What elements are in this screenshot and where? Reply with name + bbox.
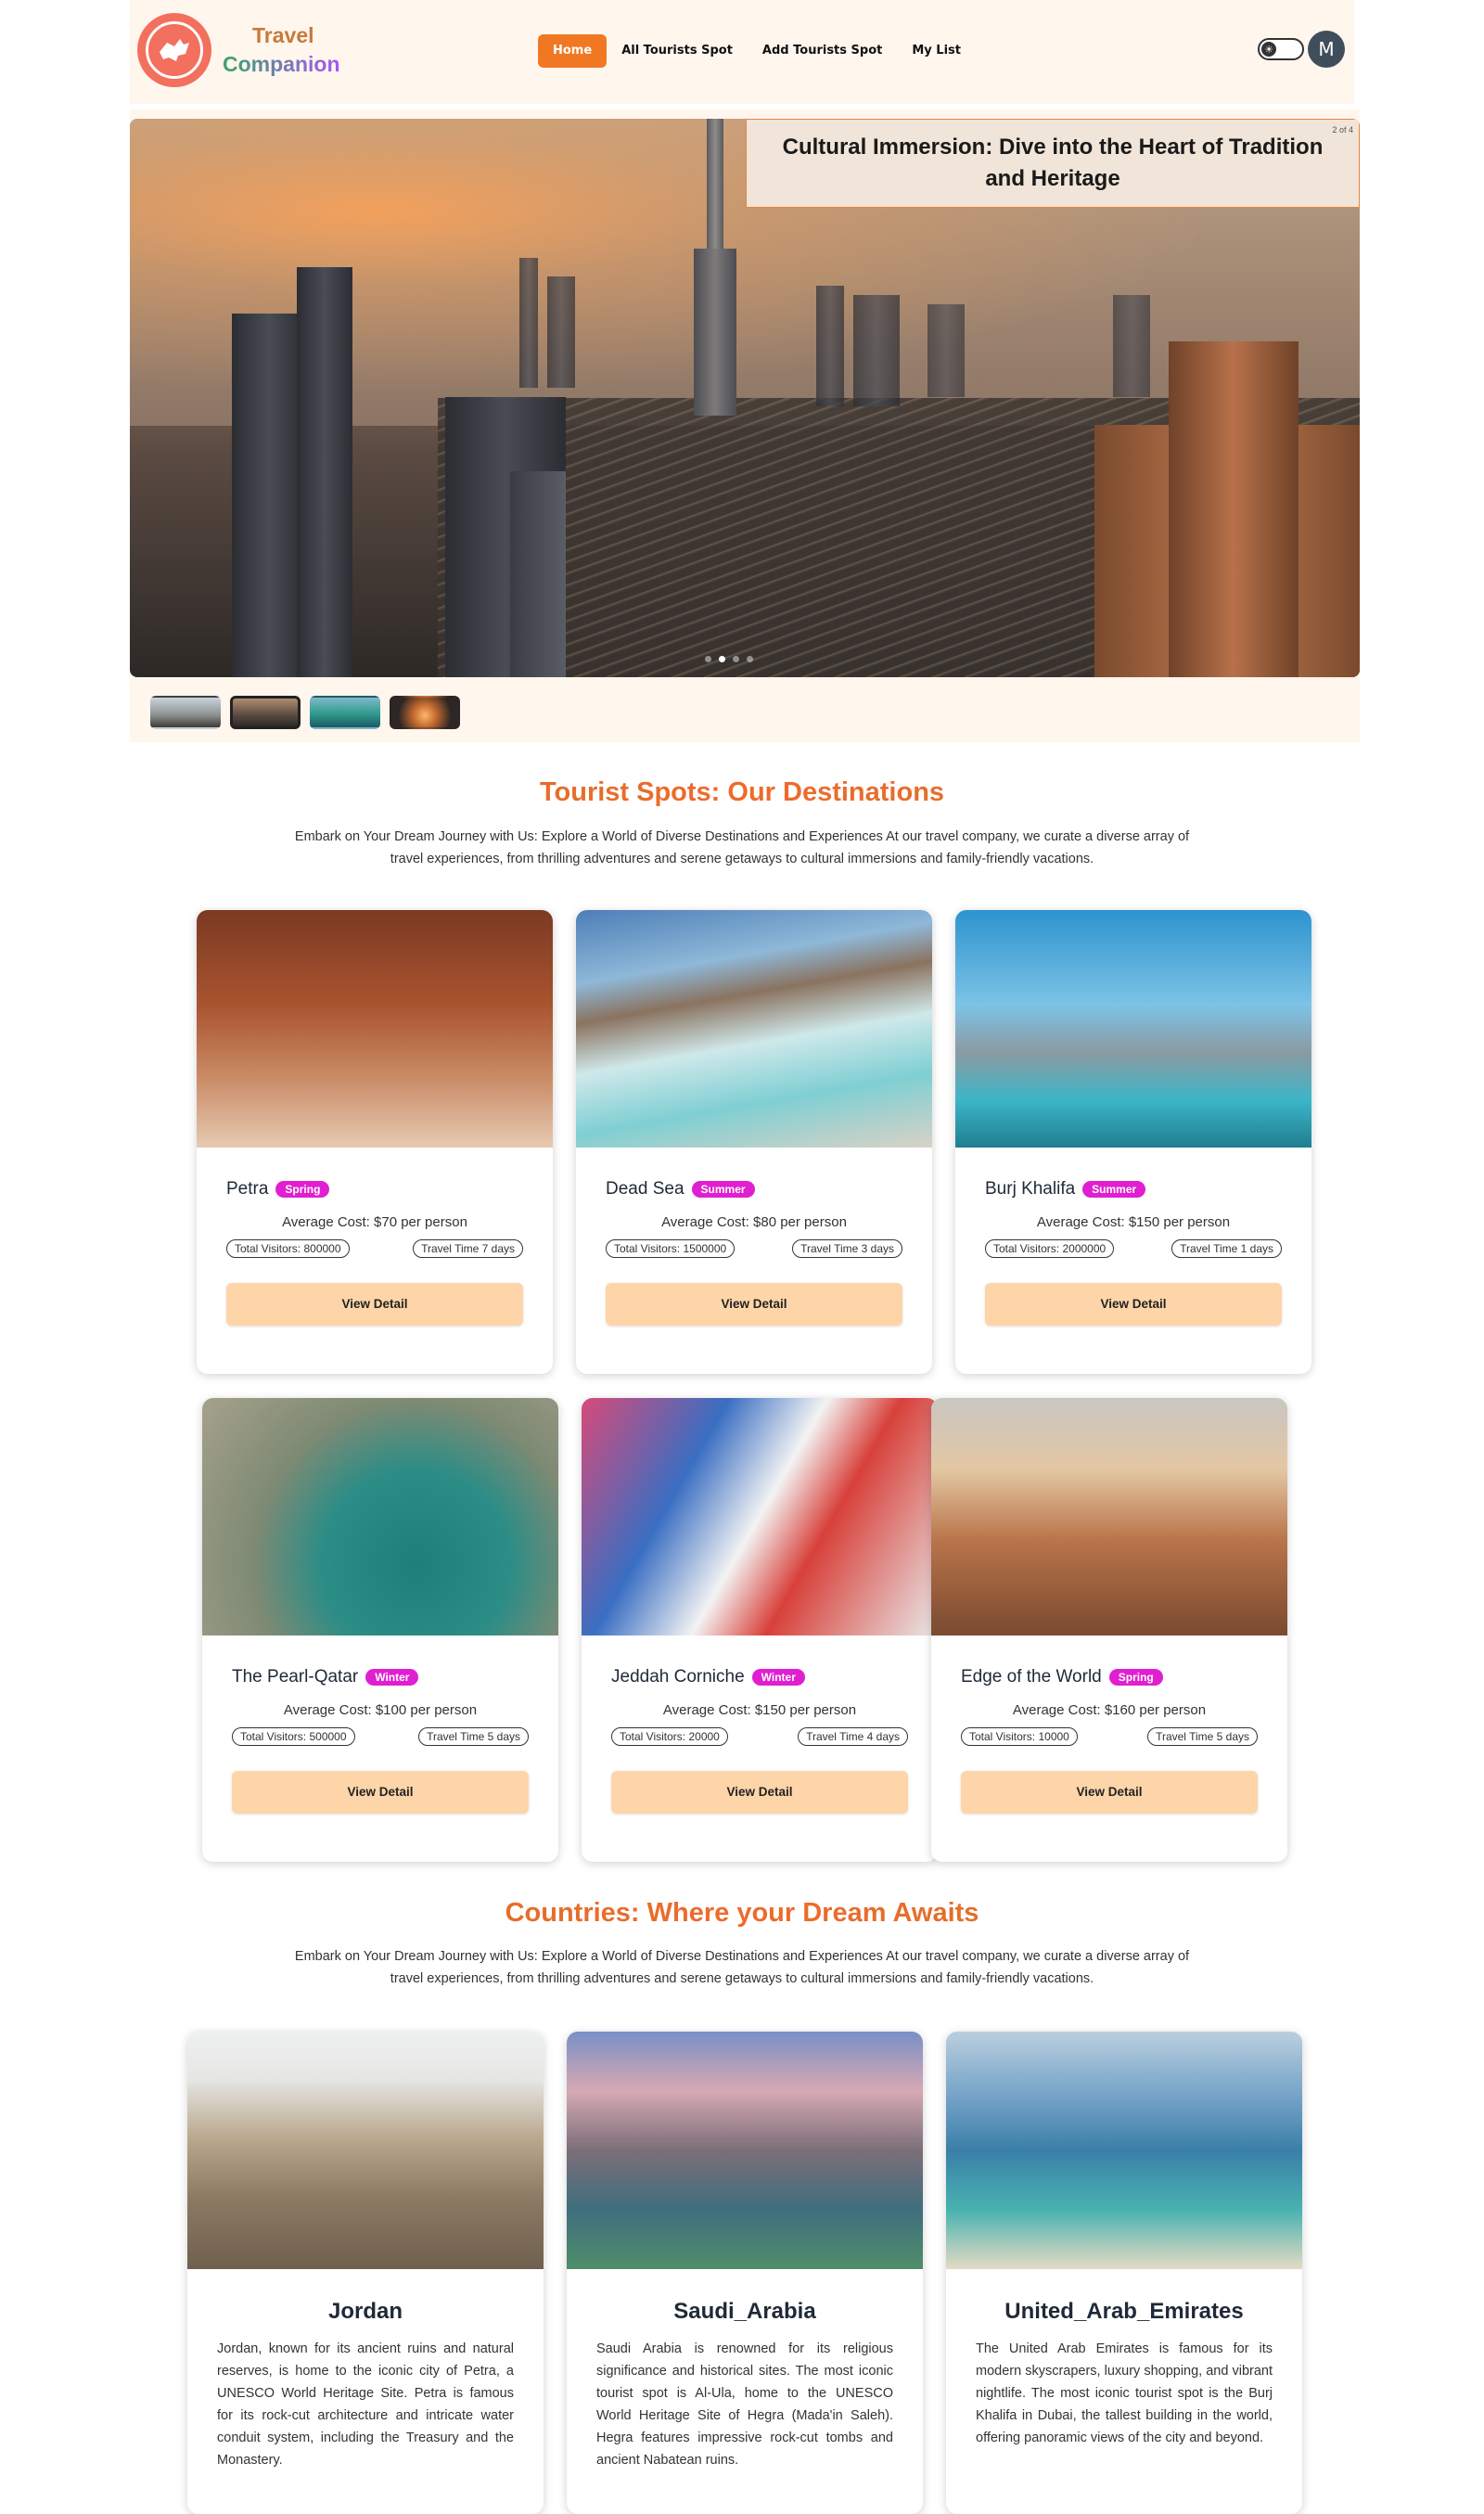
spot-name: Burj Khalifa — [985, 1179, 1076, 1199]
country-card: Jordan Jordan, known for its ancient rui… — [187, 2032, 544, 2514]
spot-name: Jeddah Corniche — [611, 1667, 745, 1687]
spot-cost: Average Cost: $150 per person — [662, 1702, 857, 1718]
spot-name: Dead Sea — [606, 1179, 684, 1199]
carousel-dot[interactable] — [705, 656, 711, 662]
travel-time-pill: Travel Time 7 days — [413, 1239, 523, 1258]
nav-add-tourists-spot[interactable]: Add Tourists Spot — [748, 34, 897, 68]
spot-card: The Pearl-Qatar Winter Average Cost: $10… — [202, 1398, 558, 1862]
visitors-pill: Total Visitors: 10000 — [961, 1727, 1078, 1746]
country-description: The United Arab Emirates is famous for i… — [976, 2341, 1273, 2445]
nav-links: Home All Tourists Spot Add Tourists Spot… — [538, 34, 976, 68]
brand-line-1: Travel — [252, 23, 314, 47]
country-name[interactable]: Saudi_Arabia — [567, 2299, 923, 2325]
spot-image — [576, 910, 932, 1148]
season-badge: Winter — [365, 1669, 419, 1686]
spot-image — [202, 1398, 558, 1635]
country-image — [187, 2032, 544, 2269]
thumbnail-1[interactable] — [150, 696, 221, 729]
season-badge: Spring — [1108, 1669, 1163, 1686]
country-image — [567, 2032, 923, 2269]
carousel-dot[interactable] — [733, 656, 739, 662]
country-card: United_Arab_Emirates The United Arab Emi… — [946, 2032, 1302, 2514]
travel-time-pill: Travel Time 3 days — [792, 1239, 902, 1258]
thumbnail-2[interactable] — [230, 696, 301, 729]
spot-image — [582, 1398, 938, 1635]
countries-section-title: Countries: Where your Dream Awaits — [0, 1898, 1484, 1929]
travel-time-pill: Travel Time 4 days — [798, 1727, 908, 1746]
thumbnail-3[interactable] — [310, 696, 380, 729]
visitors-pill: Total Visitors: 500000 — [232, 1727, 355, 1746]
spot-image — [931, 1398, 1287, 1635]
season-badge: Summer — [691, 1181, 755, 1198]
hero-caption-text: Cultural Immersion: Dive into the Heart … — [782, 135, 1324, 191]
travel-time-pill: Travel Time 5 days — [1147, 1727, 1258, 1746]
spot-cost: Average Cost: $80 per person — [661, 1214, 847, 1230]
spots-section-description: Embark on Your Dream Journey with Us: Ex… — [294, 829, 1190, 866]
carousel-dots — [705, 656, 753, 662]
country-name[interactable]: United_Arab_Emirates — [946, 2299, 1302, 2325]
spot-name: The Pearl-Qatar — [232, 1667, 359, 1687]
view-detail-button[interactable]: View Detail — [606, 1283, 902, 1326]
country-description: Saudi Arabia is renowned for its religio… — [596, 2341, 893, 2468]
spot-cost: Average Cost: $150 per person — [1036, 1214, 1231, 1230]
view-detail-button[interactable]: View Detail — [985, 1283, 1282, 1326]
brand-logo[interactable]: Travel Companion — [137, 13, 340, 87]
visitors-pill: Total Visitors: 800000 — [226, 1239, 350, 1258]
country-card: Saudi_Arabia Saudi Arabia is renowned fo… — [567, 2032, 923, 2514]
view-detail-button[interactable]: View Detail — [611, 1771, 908, 1814]
spot-cost: Average Cost: $100 per person — [283, 1702, 478, 1718]
season-badge: Winter — [751, 1669, 805, 1686]
avatar[interactable]: M — [1308, 31, 1345, 68]
visitors-pill: Total Visitors: 2000000 — [985, 1239, 1115, 1258]
travel-time-pill: Travel Time 5 days — [418, 1727, 529, 1746]
spot-cost: Average Cost: $70 per person — [282, 1214, 467, 1230]
visitors-pill: Total Visitors: 20000 — [611, 1727, 728, 1746]
hero-carousel: Cultural Immersion: Dive into the Heart … — [130, 109, 1360, 742]
countries-section-description: Embark on Your Dream Journey with Us: Ex… — [294, 1949, 1190, 1986]
spot-name: Edge of the World — [961, 1667, 1102, 1687]
spot-card: Petra Spring Average Cost: $70 per perso… — [197, 910, 553, 1374]
sun-icon: ☀ — [1261, 42, 1276, 57]
slide-pager: 2 of 4 — [1332, 125, 1353, 135]
visitors-pill: Total Visitors: 1500000 — [606, 1239, 736, 1258]
brand-line-2: Companion — [223, 50, 340, 79]
spot-image — [197, 910, 553, 1148]
view-detail-button[interactable]: View Detail — [226, 1283, 523, 1326]
spot-card: Jeddah Corniche Winter Average Cost: $15… — [582, 1398, 938, 1862]
view-detail-button[interactable]: View Detail — [232, 1771, 529, 1814]
hero-slide-image[interactable]: Cultural Immersion: Dive into the Heart … — [130, 119, 1360, 677]
country-name[interactable]: Jordan — [187, 2299, 544, 2325]
spots-section-title: Tourist Spots: Our Destinations — [0, 777, 1484, 808]
nav-home[interactable]: Home — [538, 34, 608, 68]
thumbnail-4[interactable] — [390, 696, 460, 729]
logo-icon — [137, 13, 211, 87]
theme-toggle[interactable]: ☀ — [1258, 38, 1304, 60]
country-description: Jordan, known for its ancient ruins and … — [217, 2341, 514, 2468]
spot-card: Dead Sea Summer Average Cost: $80 per pe… — [576, 910, 932, 1374]
carousel-thumbnails — [150, 696, 460, 729]
country-image — [946, 2032, 1302, 2269]
spot-name: Petra — [226, 1179, 269, 1199]
carousel-dot-active[interactable] — [719, 656, 725, 662]
navbar: Travel Companion Home All Tourists Spot … — [130, 0, 1354, 104]
season-badge: Summer — [1082, 1181, 1146, 1198]
spot-cost: Average Cost: $160 per person — [1012, 1702, 1207, 1718]
view-detail-button[interactable]: View Detail — [961, 1771, 1258, 1814]
spot-card: Burj Khalifa Summer Average Cost: $150 p… — [955, 910, 1311, 1374]
travel-time-pill: Travel Time 1 days — [1171, 1239, 1282, 1258]
nav-my-list[interactable]: My List — [897, 34, 976, 68]
spot-card: Edge of the World Spring Average Cost: $… — [931, 1398, 1287, 1862]
nav-all-tourists-spot[interactable]: All Tourists Spot — [607, 34, 748, 68]
spot-image — [955, 910, 1311, 1148]
hero-caption: Cultural Immersion: Dive into the Heart … — [746, 119, 1360, 208]
season-badge: Spring — [275, 1181, 330, 1198]
carousel-dot[interactable] — [747, 656, 753, 662]
